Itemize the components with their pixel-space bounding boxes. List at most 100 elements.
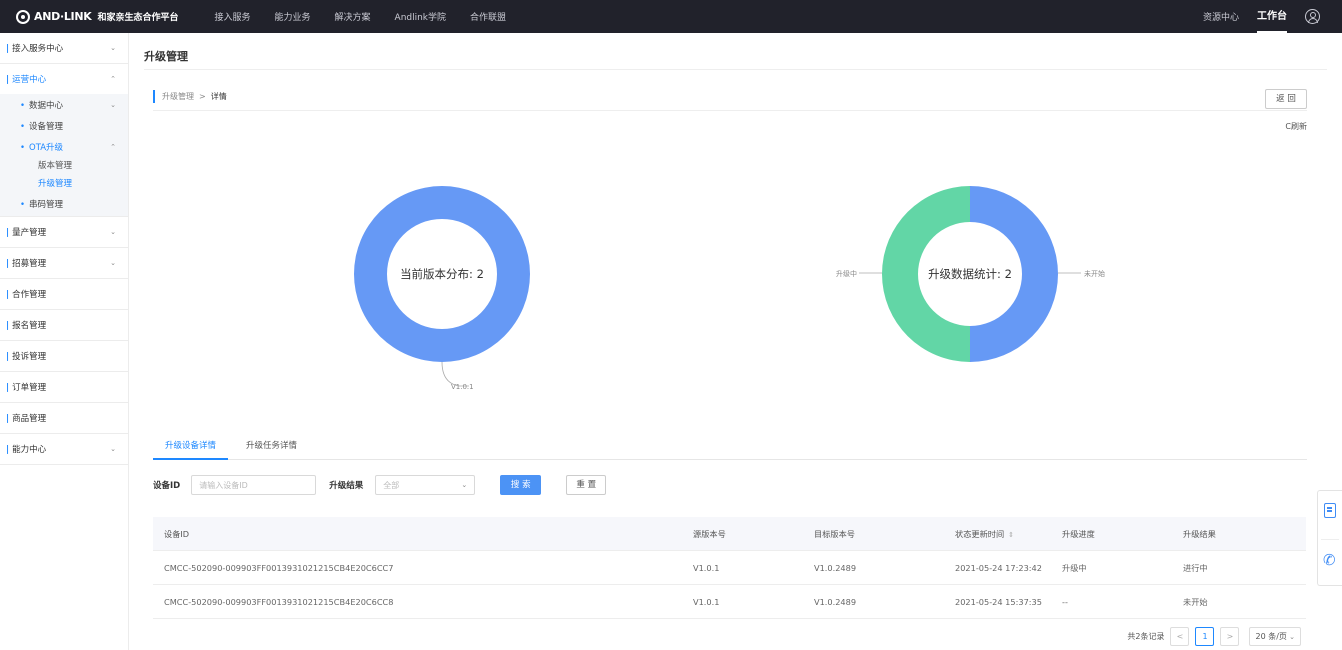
sidebar-group-coop: 合作管理 [0, 279, 128, 310]
logo[interactable]: AND·LINK 和家亲生态合作平台 [16, 9, 179, 24]
sidebar-item-label: 能力中心 [6, 443, 46, 455]
sidebar-group-signup: 报名管理 [0, 310, 128, 341]
sidebar-item-coop[interactable]: 合作管理 [0, 279, 128, 309]
header-progress: 升级进度 [1062, 528, 1095, 539]
workbench-link[interactable]: 工作台 [1257, 0, 1287, 33]
sidebar-item-ops-center[interactable]: 运营中心 ⌃ [0, 64, 128, 94]
next-page-button[interactable]: > [1220, 627, 1240, 646]
resource-center-link[interactable]: 资源中心 [1203, 10, 1239, 23]
chevron-down-icon: ⌄ [110, 100, 116, 109]
sidebar-item-label: 报名管理 [6, 319, 46, 331]
page-1-button[interactable]: 1 [1195, 627, 1215, 646]
sidebar-item-label: 量产管理 [6, 226, 46, 238]
sidebar-item-label: 数据中心 [20, 99, 63, 111]
table-row: CMCC-502090-009903FF0013931021215CB4E20C… [153, 585, 1306, 619]
logo-text: AND·LINK [34, 10, 92, 23]
charts-area: 当前版本分布: 2 V1.0.1 升级数据统计: 2 升级中 未开始 [354, 186, 1105, 391]
sidebar-group-order: 订单管理 [0, 372, 128, 403]
nav-solutions[interactable]: 解决方案 [335, 10, 371, 23]
sort-icon[interactable]: ⇕ [1008, 531, 1014, 539]
pagination: 共2条记录 < 1 > 20 条/页 ⌄ [1127, 627, 1301, 646]
chevron-down-icon: ⌄ [1286, 633, 1295, 641]
cell-status-time: 2021-05-24 17:23:42 [955, 562, 1042, 573]
cell-target-version: V1.0.2489 [814, 562, 857, 573]
sidebar: 接入服务中心 ⌄ 运营中心 ⌃ 数据中心 ⌄ 设备管理 OTA升级 ⌃ 版本管理… [0, 33, 129, 650]
chevron-up-icon: ⌃ [110, 75, 116, 83]
sidebar-item-order[interactable]: 订单管理 [0, 372, 128, 402]
sidebar-group-goods: 商品管理 [0, 403, 128, 434]
slice-label: V1.0.1 [451, 383, 474, 391]
cell-result: 未开始 [1183, 596, 1208, 607]
divider [1321, 539, 1339, 540]
filter-bar: 设备ID 升级结果 全部 ⌄ 搜 索 重 置 [153, 475, 607, 495]
cell-source-version: V1.0.1 [693, 562, 720, 573]
slice-label: 未开始 [1084, 269, 1105, 278]
result-select-value: 全部 [383, 480, 400, 490]
sidebar-item-label: 串码管理 [20, 198, 63, 210]
detail-tabs: 升级设备详情 升级任务详情 [153, 435, 1307, 460]
sidebar-item-mass-prod[interactable]: 量产管理 ⌄ [0, 217, 128, 247]
sidebar-item-goods[interactable]: 商品管理 [0, 403, 128, 433]
chevron-down-icon: ⌄ [461, 481, 468, 489]
sidebar-item-device-mgmt[interactable]: 设备管理 [0, 115, 128, 136]
sidebar-item-access-center[interactable]: 接入服务中心 ⌄ [0, 33, 128, 63]
phone-icon[interactable]: ✆ [1323, 553, 1336, 568]
sidebar-item-version-mgmt[interactable]: 版本管理 [0, 157, 128, 175]
total-records: 共2条记录 [1127, 632, 1165, 641]
tab-upgrade-task-details[interactable]: 升级任务详情 [234, 435, 309, 460]
floating-help-bar: ✆ [1317, 490, 1342, 586]
slice-label: 升级中 [836, 269, 857, 278]
sidebar-group-recruit: 招募管理 ⌄ [0, 248, 128, 279]
sidebar-item-signup[interactable]: 报名管理 [0, 310, 128, 340]
sidebar-group-complaint: 投诉管理 [0, 341, 128, 372]
chart-title: 当前版本分布: 2 [400, 267, 484, 281]
prev-page-button[interactable]: < [1170, 627, 1190, 646]
sidebar-item-complaint[interactable]: 投诉管理 [0, 341, 128, 371]
main-content: 升级管理 升级管理 > 详情 返 回 C刷新 当前版本分布: 2 V1.0.1 升… [129, 33, 1342, 650]
tab-upgrade-device-details[interactable]: 升级设备详情 [153, 435, 229, 460]
cell-progress: 升级中 [1062, 562, 1087, 573]
sidebar-item-recruit[interactable]: 招募管理 ⌄ [0, 248, 128, 278]
sidebar-item-serial-mgmt[interactable]: 串码管理 [0, 193, 128, 214]
search-button[interactable]: 搜 索 [500, 475, 542, 495]
cell-target-version: V1.0.2489 [814, 596, 857, 607]
header-status-time-label: 状态更新时间 [955, 528, 1005, 539]
cell-result: 进行中 [1183, 562, 1208, 573]
chevron-down-icon: ⌄ [110, 228, 116, 236]
cell-status-time: 2021-05-24 15:37:35 [955, 596, 1042, 607]
document-icon[interactable] [1324, 503, 1336, 518]
sidebar-item-label: 招募管理 [6, 257, 46, 269]
sidebar-item-capability[interactable]: 能力中心 ⌄ [0, 434, 128, 464]
header-target-version: 目标版本号 [814, 528, 855, 539]
nav-access-service[interactable]: 接入服务 [214, 10, 250, 23]
header-result: 升级结果 [1183, 528, 1216, 539]
sidebar-item-label: 合作管理 [6, 288, 46, 300]
sidebar-item-upgrade-mgmt[interactable]: 升级管理 [0, 175, 128, 193]
chart-title: 升级数据统计: 2 [928, 267, 1012, 281]
result-select[interactable]: 全部 ⌄ [375, 475, 476, 495]
sidebar-group-mass-prod: 量产管理 ⌄ [0, 217, 128, 248]
nav-academy[interactable]: Andlink学院 [395, 10, 447, 23]
sidebar-item-ota[interactable]: OTA升级 ⌃ [0, 136, 128, 157]
cell-device-id: CMCC-502090-009903FF0013931021215CB4E20C… [164, 596, 394, 607]
header-status-time[interactable]: 状态更新时间 ⇕ [955, 528, 1062, 540]
chevron-down-icon: ⌄ [110, 259, 116, 267]
device-id-input[interactable] [191, 475, 317, 495]
sidebar-group-capability: 能力中心 ⌄ [0, 434, 128, 465]
nav-capability[interactable]: 能力业务 [275, 10, 311, 23]
page-size-select[interactable]: 20 条/页 ⌄ [1249, 627, 1301, 646]
header-device-id: 设备ID [164, 528, 190, 539]
result-label: 升级结果 [329, 481, 364, 491]
header-source-version: 源版本号 [693, 528, 726, 539]
nav-alliance[interactable]: 合作联盟 [470, 10, 506, 23]
platform-name: 和家亲生态合作平台 [97, 13, 179, 23]
user-icon[interactable] [1305, 9, 1320, 24]
sidebar-item-label: OTA升级 [20, 141, 63, 153]
sidebar-group-access: 接入服务中心 ⌄ [0, 33, 128, 64]
device-id-label: 设备ID [153, 481, 181, 491]
sidebar-item-label: 投诉管理 [6, 350, 46, 362]
reset-button[interactable]: 重 置 [566, 475, 607, 495]
sidebar-item-data-center[interactable]: 数据中心 ⌄ [0, 94, 128, 115]
cell-device-id: CMCC-502090-009903FF0013931021215CB4E20C… [164, 562, 394, 573]
upgrade-stats-chart: 升级数据统计: 2 升级中 未开始 [836, 186, 1105, 362]
